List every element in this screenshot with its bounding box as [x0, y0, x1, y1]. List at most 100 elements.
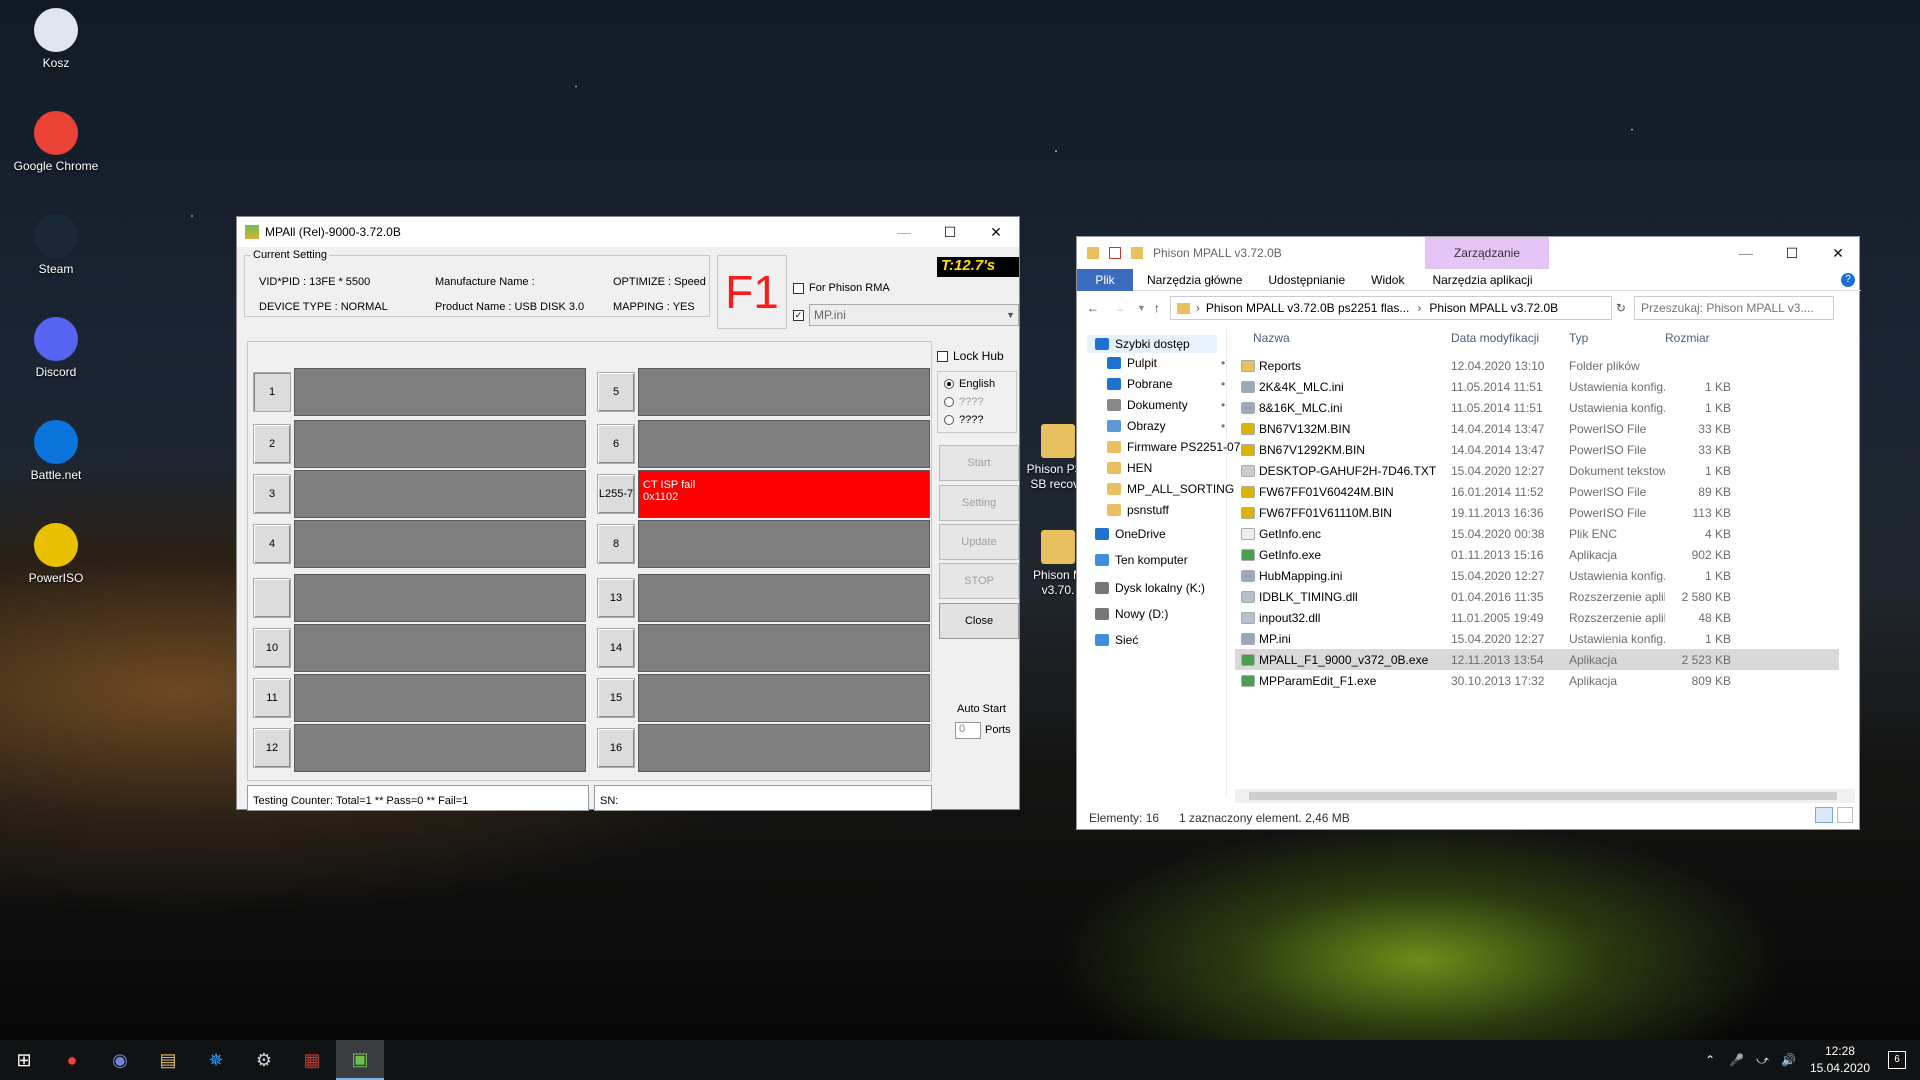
- file-row[interactable]: GetInfo.exe 01.11.2013 15:16 Aplikacja 902 …: [1235, 544, 1839, 565]
- ini-select[interactable]: ✓ MP.ini ▼: [793, 303, 1019, 327]
- chevron-up-icon[interactable]: ⌃: [1705, 1053, 1715, 1067]
- pin-icon[interactable]: •: [1221, 398, 1225, 412]
- file-row[interactable]: BN67V1292KM.BIN 14.04.2014 13:47 PowerISO …: [1235, 439, 1839, 460]
- taskbar-chrome-icon[interactable]: ●: [48, 1040, 96, 1080]
- port-button-left-5[interactable]: [253, 578, 291, 618]
- manage-tab[interactable]: Zarządzanie: [1425, 237, 1549, 269]
- nav-item-hen[interactable]: HEN: [1107, 461, 1152, 475]
- properties-icon[interactable]: [1109, 247, 1121, 259]
- port-button-right-3[interactable]: L255-7: [597, 474, 635, 514]
- port-button-left-6[interactable]: 10: [253, 628, 291, 668]
- nav-item-psnstuff[interactable]: psnstuff: [1107, 503, 1169, 517]
- ribbon-tab-app-tools[interactable]: Narzędzia aplikacji: [1432, 273, 1532, 287]
- start-button[interactable]: Start: [939, 445, 1019, 481]
- explorer-titlebar[interactable]: Phison MPALL v3.72.0B Zarządzanie — ☐ ✕: [1077, 237, 1861, 269]
- port-button-right-2[interactable]: 6: [597, 424, 635, 464]
- pin-icon[interactable]: •: [1221, 377, 1225, 391]
- port-button-right-5[interactable]: 13: [597, 578, 635, 618]
- desktop-icon-kosz[interactable]: Kosz: [11, 8, 101, 70]
- lang-english-radio[interactable]: English: [944, 378, 995, 390]
- ribbon-tab-home[interactable]: Narzędzia główne: [1147, 273, 1242, 287]
- address-bar[interactable]: › Phison MPALL v3.72.0B ps2251 flas... ›…: [1169, 296, 1612, 320]
- forward-icon[interactable]: →: [1113, 301, 1125, 315]
- taskbar-battlenet-icon[interactable]: ✵: [192, 1040, 240, 1080]
- refresh-icon[interactable]: ↻: [1616, 301, 1626, 315]
- nav-item-pulpit[interactable]: Pulpit •: [1107, 356, 1225, 370]
- file-row[interactable]: 2K&4K_MLC.ini 11.05.2014 11:51 Ustawienia …: [1235, 376, 1839, 397]
- port-button-left-2[interactable]: 2: [253, 424, 291, 464]
- ribbon-tab-share[interactable]: Udostępnianie: [1268, 273, 1345, 287]
- nav-item-sie-[interactable]: Sieć: [1095, 633, 1138, 647]
- large-icons-view-icon[interactable]: [1837, 807, 1853, 823]
- microphone-icon[interactable]: 🎤: [1729, 1053, 1744, 1067]
- up-icon[interactable]: ↑: [1154, 301, 1160, 315]
- col-type[interactable]: Typ: [1569, 331, 1588, 345]
- file-row[interactable]: GetInfo.enc 15.04.2020 00:38 Plik ENC 4 KB: [1235, 523, 1839, 544]
- rma-checkbox[interactable]: For Phison RMA: [793, 282, 890, 294]
- taskbar-file-explorer-icon[interactable]: ▤: [144, 1040, 192, 1080]
- file-row[interactable]: 8&16K_MLC.ini 11.05.2014 11:51 Ustawienia …: [1235, 397, 1839, 418]
- taskbar-mpall-icon[interactable]: ▣: [336, 1040, 384, 1080]
- close-app-button[interactable]: Close: [939, 603, 1019, 639]
- help-icon[interactable]: ?: [1841, 272, 1855, 287]
- port-button-left-3[interactable]: 3: [253, 474, 291, 514]
- notification-icon[interactable]: 6: [1888, 1051, 1906, 1069]
- file-row[interactable]: BN67V132M.BIN 14.04.2014 13:47 PowerISO Fi…: [1235, 418, 1839, 439]
- clock[interactable]: 12:28 15.04.2020: [1810, 1043, 1870, 1077]
- setting-button[interactable]: Setting: [939, 485, 1019, 521]
- taskbar-start-icon[interactable]: ⊞: [0, 1040, 48, 1080]
- ribbon-tab-view[interactable]: Widok: [1371, 273, 1404, 287]
- port-button-left-4[interactable]: 4: [253, 524, 291, 564]
- stop-button[interactable]: STOP: [939, 563, 1019, 599]
- close-button[interactable]: ✕: [1815, 238, 1861, 268]
- nav-item-ten-komputer[interactable]: Ten komputer: [1095, 553, 1188, 567]
- file-row[interactable]: inpout32.dll 11.01.2005 19:49 Rozszerzenie…: [1235, 607, 1839, 628]
- desktop-icon-discord[interactable]: Discord: [11, 317, 101, 379]
- port-button-right-6[interactable]: 14: [597, 628, 635, 668]
- new-folder-icon[interactable]: [1131, 247, 1143, 259]
- nav-item-obrazy[interactable]: Obrazy •: [1107, 419, 1225, 433]
- port-button-right-4[interactable]: 8: [597, 524, 635, 564]
- file-row[interactable]: FW67FF01V60424M.BIN 16.01.2014 11:52 Power…: [1235, 481, 1839, 502]
- nav-item-pobrane[interactable]: Pobrane •: [1107, 377, 1225, 391]
- desktop-icon-steam[interactable]: Steam: [11, 214, 101, 276]
- port-button-left-1[interactable]: 1: [253, 372, 291, 412]
- maximize-button[interactable]: ☐: [1769, 238, 1815, 268]
- file-row[interactable]: HubMapping.ini 15.04.2020 12:27 Ustawienia…: [1235, 565, 1839, 586]
- file-row[interactable]: MP.ini 15.04.2020 12:27 Ustawienia konfig.…: [1235, 628, 1839, 649]
- back-icon[interactable]: ←: [1087, 301, 1099, 315]
- wifi-icon[interactable]: ⤻: [1756, 1053, 1769, 1068]
- minimize-button[interactable]: —: [881, 217, 927, 247]
- close-button[interactable]: ✕: [973, 217, 1019, 247]
- file-row[interactable]: FW67FF01V61110M.BIN 19.11.2013 16:36 Power…: [1235, 502, 1839, 523]
- port-button-right-7[interactable]: 15: [597, 678, 635, 718]
- pin-icon[interactable]: •: [1221, 419, 1225, 433]
- volume-icon[interactable]: 🔊: [1781, 1053, 1796, 1067]
- taskbar-winrar-icon[interactable]: ▦: [288, 1040, 336, 1080]
- desktop-icon-poweriso[interactable]: PowerISO: [11, 523, 101, 585]
- maximize-button[interactable]: ☐: [927, 217, 973, 247]
- pin-icon[interactable]: •: [1221, 356, 1225, 370]
- file-row[interactable]: MPALL_F1_9000_v372_0B.exe 12.11.2013 13:5…: [1235, 649, 1839, 670]
- horizontal-scrollbar[interactable]: [1235, 789, 1855, 803]
- details-view-icon[interactable]: [1815, 807, 1833, 823]
- mpall-titlebar[interactable]: MPAll (Rel)-9000-3.72.0B — ☐ ✕: [237, 217, 1019, 247]
- nav-item-dokumenty[interactable]: Dokumenty •: [1107, 398, 1225, 412]
- file-row[interactable]: Reports 12.04.2020 13:10 Folder plików: [1235, 355, 1839, 376]
- nav-item-mp-all-sorting[interactable]: MP_ALL_SORTING: [1107, 482, 1234, 496]
- desktop-icon-google-chrome[interactable]: Google Chrome: [11, 111, 101, 173]
- breadcrumb-current[interactable]: Phison MPALL v3.72.0B: [1429, 301, 1558, 315]
- nav-item-szybki-dost-p[interactable]: Szybki dostęp: [1087, 335, 1217, 353]
- port-button-left-7[interactable]: 11: [253, 678, 291, 718]
- col-name[interactable]: Nazwa: [1253, 331, 1290, 345]
- file-row[interactable]: IDBLK_TIMING.dll 01.04.2016 11:35 Rozszerz…: [1235, 586, 1839, 607]
- col-size[interactable]: Rozmiar: [1665, 331, 1710, 345]
- port-button-right-8[interactable]: 16: [597, 728, 635, 768]
- lock-hub-checkbox[interactable]: Lock Hub: [937, 349, 1004, 363]
- nav-item-onedrive[interactable]: OneDrive: [1095, 527, 1166, 541]
- taskbar-discord-icon[interactable]: ◉: [96, 1040, 144, 1080]
- nav-item-nowy-d-[interactable]: Nowy (D:): [1095, 607, 1168, 621]
- recent-chevron-icon[interactable]: ▼: [1137, 303, 1146, 313]
- col-date[interactable]: Data modyfikacji: [1451, 331, 1539, 345]
- port-button-right-1[interactable]: 5: [597, 372, 635, 412]
